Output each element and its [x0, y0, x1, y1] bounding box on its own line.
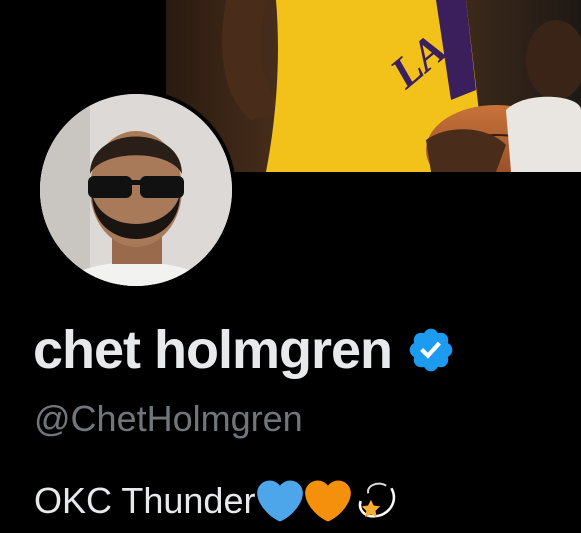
bio-text: OKC Thunder: [34, 480, 256, 521]
name-row: chet holmgren: [33, 318, 456, 382]
avatar[interactable]: [40, 94, 232, 286]
avatar-photo: [40, 94, 232, 286]
dizzy-star-icon: [359, 482, 396, 518]
verified-badge-icon[interactable]: [406, 325, 456, 375]
display-name: chet holmgren: [33, 320, 393, 380]
username-handle: @ChetHolmgren: [34, 398, 303, 439]
blue-heart-icon: [257, 480, 304, 522]
profile-banner[interactable]: LA: [166, 0, 581, 172]
banner-photo: LA: [166, 0, 581, 172]
avatar-border: [36, 90, 236, 290]
bio: OKC Thunder: [34, 478, 399, 524]
orange-heart-icon: [305, 480, 352, 522]
